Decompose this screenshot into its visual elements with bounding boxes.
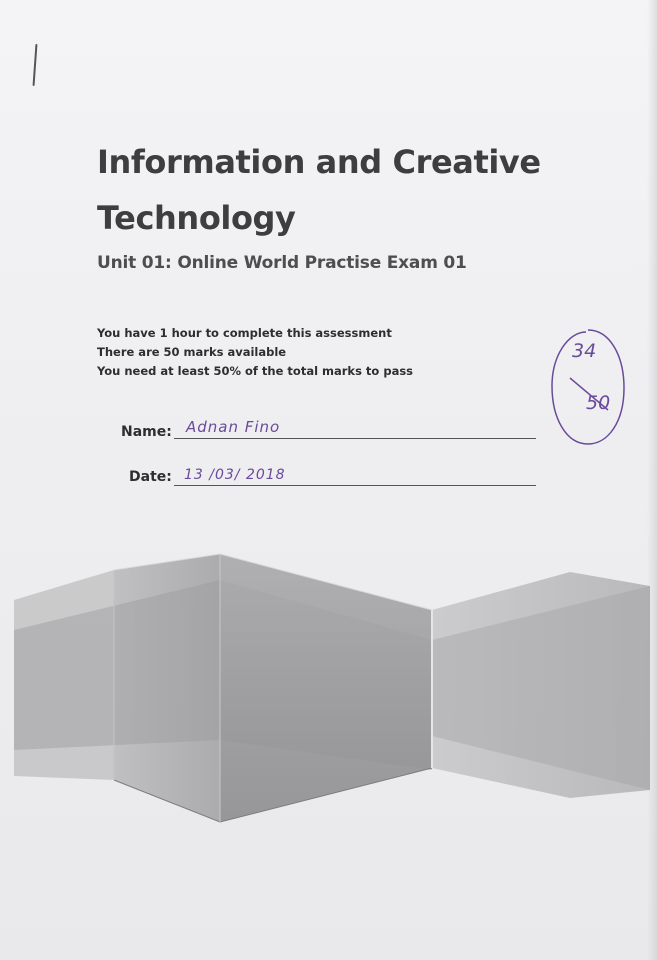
instruction-line: You need at least 50% of the total marks… xyxy=(97,364,414,378)
date-underline xyxy=(174,485,536,486)
score-mark: 34 50 xyxy=(548,326,628,448)
instruction-line: There are 50 marks available xyxy=(97,345,287,359)
score-obtained: 34 xyxy=(572,340,597,362)
title-line-2: Technology xyxy=(97,199,296,237)
date-label: Date: xyxy=(129,469,172,485)
instruction-line: You have 1 hour to complete this assessm… xyxy=(97,326,392,340)
date-handwritten-value: 13 /03/ 2018 xyxy=(184,467,286,483)
score-total: 50 xyxy=(586,392,611,414)
name-underline xyxy=(174,438,536,439)
decorative-ribbon-graphic xyxy=(14,553,650,823)
ribbon-panel xyxy=(220,554,432,822)
document-title: Information and Creative Technology xyxy=(97,134,557,246)
pen-mark xyxy=(32,43,38,87)
document-subtitle: Unit 01: Online World Practise Exam 01 xyxy=(97,253,467,273)
instructions-block: You have 1 hour to complete this assessm… xyxy=(97,324,413,381)
name-handwritten-value: Adnan Fino xyxy=(186,418,281,436)
exam-paper: Information and Creative Technology Unit… xyxy=(0,0,657,960)
title-line-1: Information and Creative xyxy=(97,143,541,181)
name-label: Name: xyxy=(121,424,172,440)
